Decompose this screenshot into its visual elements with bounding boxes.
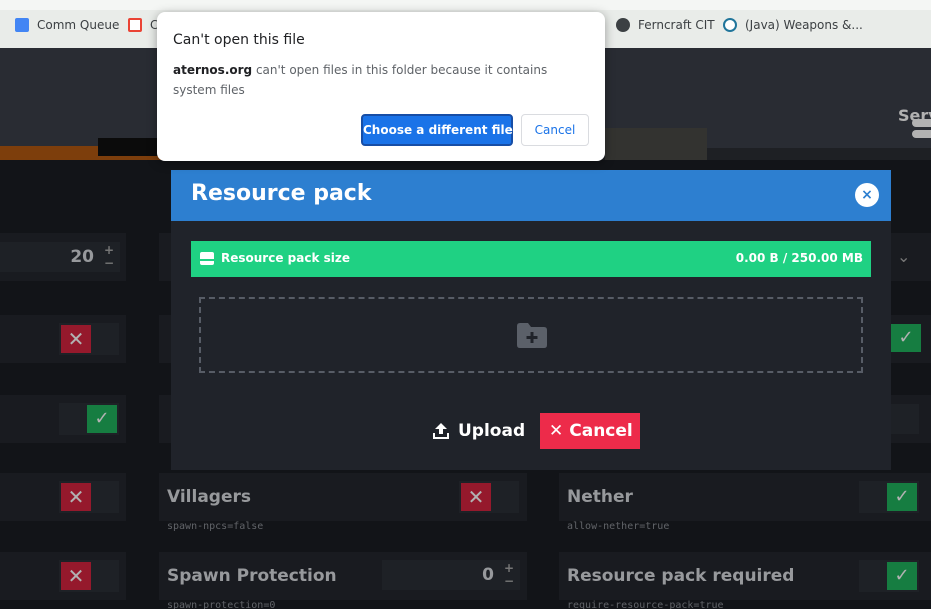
modal-header: Resource pack × — [171, 170, 891, 221]
bookmark-ferncraft-cit[interactable]: Ferncraft CIT — [616, 18, 715, 32]
dialog-domain: aternos.org — [173, 63, 253, 77]
doc-icon — [15, 18, 29, 32]
dialog-cancel-button[interactable]: Cancel — [521, 114, 589, 146]
wordpress-icon — [723, 18, 737, 32]
bookmark-label: Comm Queue — [37, 18, 120, 32]
bookmark-label: Ferncraft CIT — [638, 18, 715, 32]
gmail-icon — [128, 18, 142, 32]
dialog-message: aternos.org can't open files in this fol… — [173, 60, 593, 100]
resource-pack-modal: Resource pack × Resource pack size 0.00 … — [171, 170, 891, 470]
bookmark-gmail[interactable]: C — [128, 18, 158, 32]
size-value: 0.00 B / 250.00 MB — [735, 251, 863, 265]
globe-icon — [616, 18, 630, 32]
modal-title: Resource pack — [191, 181, 372, 206]
bookmark-comm-queue[interactable]: Comm Queue — [15, 18, 119, 32]
upload-button[interactable]: Upload — [421, 413, 526, 449]
folder-add-icon — [517, 323, 547, 348]
cancel-label: Cancel — [569, 421, 633, 441]
dialog-title: Can't open this file — [173, 32, 305, 48]
file-error-dialog: Can't open this file aternos.org can't o… — [157, 12, 605, 161]
choose-different-file-button[interactable]: Choose a different file — [361, 114, 513, 146]
bookmark-label: (Java) Weapons &... — [745, 18, 863, 32]
cancel-button[interactable]: ✕ Cancel — [540, 413, 640, 449]
close-icon[interactable]: × — [855, 183, 879, 207]
file-drop-zone[interactable] — [199, 297, 863, 373]
upload-label: Upload — [458, 421, 526, 441]
resource-pack-size-bar: Resource pack size 0.00 B / 250.00 MB — [191, 241, 871, 277]
upload-icon — [433, 423, 449, 439]
size-label: Resource pack size — [221, 251, 350, 265]
close-icon: ✕ — [549, 421, 564, 441]
storage-icon — [200, 252, 214, 265]
bookmark-java-weapons[interactable]: (Java) Weapons &... — [723, 18, 863, 32]
